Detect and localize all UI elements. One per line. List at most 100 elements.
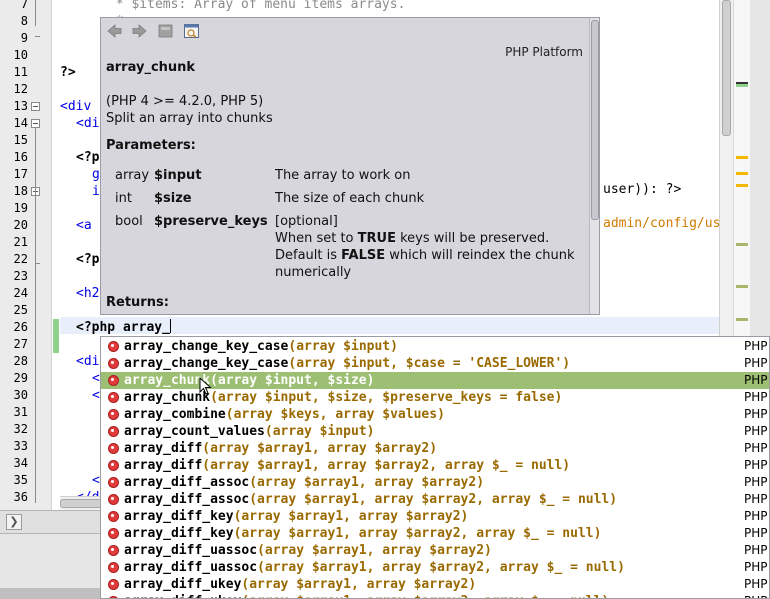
completion-source: PHP: [744, 577, 768, 591]
line-number: 12: [13, 82, 28, 96]
completion-signature: (array $input): [288, 339, 398, 354]
completion-item[interactable]: array_diff_ukey(array $array1, array $ar…: [101, 576, 769, 593]
code-line: <?php array_: [76, 319, 171, 335]
completion-label: array_diff_uassoc(array $array1, array $…: [124, 542, 492, 559]
forward-icon[interactable]: [131, 23, 148, 39]
function-icon: [108, 511, 119, 522]
completion-item[interactable]: array_diff_assoc(array $array1, array $a…: [101, 491, 769, 508]
line-number: 22: [13, 252, 28, 266]
line-number: 17: [13, 167, 28, 181]
code-line: ?>: [60, 65, 76, 80]
completion-item[interactable]: array_change_key_case(array $input) PHP: [101, 338, 769, 355]
completion-function-name: array_diff_key: [124, 526, 234, 541]
stripe-warning-mark[interactable]: [736, 156, 748, 159]
function-icon: [108, 494, 119, 505]
function-icon: [108, 528, 119, 539]
bookmark-icon[interactable]: [157, 23, 174, 39]
line-number: 14: [13, 116, 28, 130]
stripe-occurrence-mark[interactable]: [736, 285, 748, 288]
completion-item[interactable]: array_diff_assoc(array $array1, array $a…: [101, 474, 769, 491]
preserve-keys-note-line-3: numerically: [275, 265, 352, 280]
line-number: 15: [13, 133, 28, 147]
completion-signature: (array $input): [264, 424, 375, 439]
completion-label: array_diff_ukey(array $array1, array $ar…: [124, 593, 609, 598]
completion-signature: (array $array1, array $array2): [241, 577, 477, 592]
doc-scroll-thumb[interactable]: [591, 20, 599, 220]
param-description: [optional]: [275, 214, 338, 229]
code-line: i: [92, 184, 100, 199]
function-icon: [108, 477, 119, 488]
completion-source: PHP: [744, 390, 768, 404]
param-type: int: [115, 191, 132, 206]
completion-source: PHP: [744, 560, 768, 574]
completion-function-name: array_change_key_case: [124, 356, 289, 371]
back-icon[interactable]: [106, 23, 123, 39]
line-number: 13: [13, 99, 28, 113]
open-in-browser-icon[interactable]: [183, 23, 200, 39]
code-line: <a: [76, 218, 92, 233]
completion-label: array_diff_uassoc(array $array1, array $…: [124, 559, 625, 576]
doc-description: Split an array into chunks: [106, 111, 273, 126]
function-icon: [108, 341, 119, 352]
code-line: <: [92, 473, 100, 488]
completion-item[interactable]: array_diff(array $array1, array $array2)…: [101, 440, 769, 457]
completion-source: PHP: [744, 509, 768, 523]
stripe-warning-mark[interactable]: [736, 184, 748, 187]
completion-function-name: array_chunk: [124, 373, 211, 388]
fold-toggle-icon[interactable]: [31, 102, 40, 111]
completion-signature: (array $array1, array $array2, array $_ …: [249, 492, 618, 507]
completion-item[interactable]: array_count_values(array $input) PHP: [101, 423, 769, 440]
completion-label: array_chunk(array $input, $size, $preser…: [124, 389, 562, 406]
editor-vertical-scroll-thumb[interactable]: [722, 0, 731, 136]
completion-source: PHP: [744, 492, 768, 506]
completion-function-name: array_diff_uassoc: [124, 560, 258, 575]
completion-item[interactable]: array_change_key_case(array $input, $cas…: [101, 355, 769, 372]
function-icon: [108, 545, 119, 556]
text-caret: [169, 319, 171, 333]
completion-function-name: array_combine: [124, 407, 226, 422]
completion-function-name: array_diff_assoc: [124, 475, 250, 490]
completion-item[interactable]: array_diff_ukey(array $array1, array $ar…: [101, 593, 769, 598]
doc-version: (PHP 4 >= 4.2.0, PHP 5): [106, 94, 264, 109]
note-text: which will reindex the chunk: [385, 248, 575, 263]
doc-parameters-heading: Parameters:: [106, 138, 196, 153]
stripe-change-mark[interactable]: [736, 84, 748, 87]
code-line: <: [92, 371, 100, 386]
completion-item[interactable]: array_diff_key(array $array1, array $arr…: [101, 508, 769, 525]
line-number: 21: [13, 235, 28, 249]
completion-source: PHP: [744, 373, 768, 387]
note-keyword: TRUE: [357, 231, 396, 246]
completion-function-name: array_change_key_case: [124, 339, 289, 354]
completion-function-name: array_diff_uassoc: [124, 543, 258, 558]
completion-label: array_change_key_case(array $input, $cas…: [124, 355, 570, 372]
completion-label: array_change_key_case(array $input): [124, 338, 398, 355]
completion-item[interactable]: array_diff_uassoc(array $array1, array $…: [101, 542, 769, 559]
completion-item[interactable]: array_combine(array $keys, array $values…: [101, 406, 769, 423]
completion-item[interactable]: array_diff(array $array1, array $array2,…: [101, 457, 769, 474]
doc-vertical-scrollbar[interactable]: [589, 18, 599, 314]
function-icon: [108, 460, 119, 471]
stripe-occurrence-mark[interactable]: [736, 318, 748, 321]
function-icon: [108, 579, 119, 590]
change-marker: [53, 336, 59, 353]
stripe-occurrence-mark[interactable]: [736, 243, 748, 246]
completion-source: PHP: [744, 458, 768, 472]
fold-end-mark: [35, 263, 40, 264]
code-line: <di: [76, 354, 100, 369]
line-number: 9: [20, 31, 28, 45]
completion-label: array_diff_assoc(array $array1, array $a…: [124, 491, 617, 508]
documentation-popup[interactable]: PHP Platform array_chunk (PHP 4 >= 4.2.0…: [100, 17, 600, 315]
note-keyword: FALSE: [341, 248, 386, 263]
completion-signature: (array $keys, array $values): [225, 407, 445, 422]
completion-function-name: array_diff: [124, 458, 203, 473]
code-completion-list[interactable]: array_change_key_case(array $input) PHP ar…: [100, 336, 770, 599]
stripe-warning-mark[interactable]: [736, 172, 748, 175]
completion-item[interactable]: array_diff_key(array $array1, array $arr…: [101, 525, 769, 542]
line-number: 34: [13, 456, 28, 470]
line-number: 27: [13, 337, 28, 351]
code-fragment-line-20: admin/config/us: [603, 216, 721, 231]
completion-item[interactable]: array_diff_uassoc(array $array1, array $…: [101, 559, 769, 576]
expand-panel-icon[interactable]: ❯: [6, 514, 22, 530]
completion-source: PHP: [744, 407, 768, 421]
fold-toggle-icon[interactable]: [31, 119, 40, 128]
